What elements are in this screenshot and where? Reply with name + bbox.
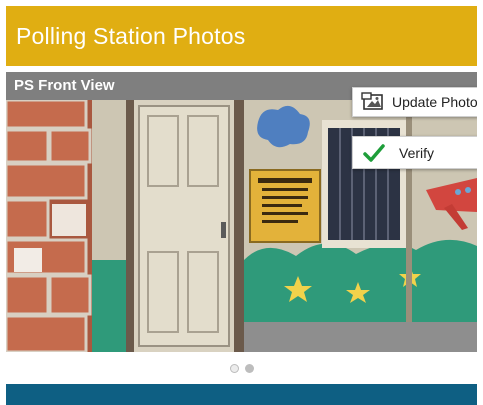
checkmark-icon xyxy=(363,143,385,163)
next-section-header xyxy=(6,384,477,405)
carousel-footer xyxy=(6,352,477,384)
carousel-indicator xyxy=(6,352,477,384)
carousel-dot-1[interactable] xyxy=(229,363,239,373)
app-screen: Polling Station Photos PS Front View Upd… xyxy=(6,6,477,405)
section-title: PS Front View xyxy=(14,77,115,94)
update-photo-button[interactable]: Update Photo xyxy=(352,87,477,117)
carousel-dot-2[interactable] xyxy=(244,363,254,373)
app-title: Polling Station Photos xyxy=(16,22,246,49)
update-photo-label: Update Photo xyxy=(392,94,477,110)
verify-label: Verify xyxy=(399,144,435,161)
camera-photo-icon xyxy=(361,92,385,112)
app-bar: Polling Station Photos xyxy=(6,6,477,66)
verify-button[interactable]: Verify xyxy=(352,136,477,169)
